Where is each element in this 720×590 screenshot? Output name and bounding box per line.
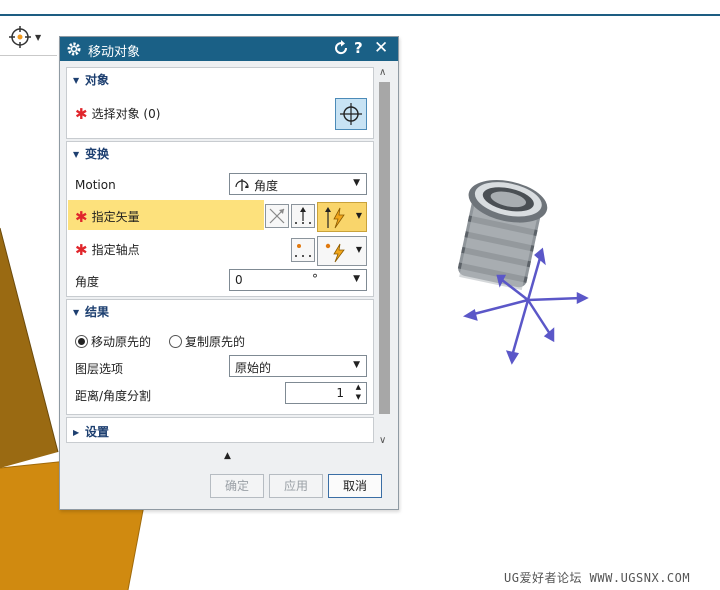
distance-angle-division-spinner[interactable]: 1 ▲ ▼	[285, 382, 367, 404]
dialog-titlebar[interactable]: 移动对象 ? ✕	[60, 37, 398, 61]
ribbon-border	[0, 14, 720, 16]
transform-section: ▼ 变换 Motion 角度 ▼ ✱ 指定矢量 ▼ ✱ 指定轴点 ▼ 角度 0 …	[66, 141, 374, 297]
collapse-footer-icon[interactable]: ▲	[224, 451, 231, 461]
motion-label: Motion	[75, 178, 116, 192]
settings-section: ▶ 设置	[66, 417, 374, 443]
copy-original-label[interactable]: 复制原先的	[185, 333, 245, 350]
move-original-label[interactable]: 移动原先的	[91, 333, 151, 350]
copy-original-radio[interactable]	[169, 335, 182, 348]
crosshair-select-icon	[340, 103, 362, 125]
select-object-button[interactable]	[335, 98, 367, 130]
chevron-down-icon: ▼	[355, 245, 362, 254]
vector-point-button[interactable]	[291, 204, 315, 228]
brown-plane-face	[0, 228, 58, 468]
reset-icon[interactable]	[334, 40, 350, 57]
dialog-scrollbar[interactable]: ∧ ∨	[376, 67, 392, 451]
point-infer-dropdown[interactable]: ▼	[317, 236, 367, 266]
result-section: ▼ 结果 移动原先的 复制原先的 图层选项 原始的 ▼ 距离/角度分割 1 ▲ ▼	[66, 299, 374, 415]
point-dialog-icon	[295, 244, 311, 257]
apply-button[interactable]: 应用	[269, 474, 323, 498]
scroll-up-icon[interactable]: ∧	[379, 67, 386, 78]
angle-label: 角度	[75, 275, 100, 289]
point-dialog-button[interactable]	[291, 238, 315, 262]
motion-select[interactable]: 角度 ▼	[229, 173, 367, 195]
vector-dialog-icon	[269, 208, 285, 224]
collapse-triangle-icon: ▼	[73, 308, 80, 317]
chevron-down-icon: ▼	[353, 274, 360, 284]
angle-input[interactable]: 0 ° ▼	[229, 269, 367, 291]
watermark: UG爱好者论坛 WWW.UGSNX.COM	[504, 571, 691, 585]
required-icon: ✱	[75, 208, 88, 226]
distance-angle-division-label: 距离/角度分割	[75, 389, 152, 403]
spin-up-icon[interactable]: ▲	[356, 383, 361, 391]
specify-axis-point-row[interactable]: ✱ 指定轴点	[75, 241, 140, 259]
snap-toolbar: ▼	[0, 17, 57, 56]
move-original-radio[interactable]	[75, 335, 88, 348]
expand-triangle-icon: ▶	[73, 428, 80, 437]
chevron-down-icon: ▼	[353, 360, 360, 370]
required-icon: ✱	[75, 105, 88, 123]
layer-option-label: 图层选项	[75, 362, 124, 376]
collapse-triangle-icon: ▼	[73, 150, 80, 159]
settings-section-header[interactable]: ▶ 设置	[73, 423, 109, 440]
vector-infer-icon	[325, 207, 345, 229]
point-infer-icon	[325, 243, 345, 263]
chevron-down-icon[interactable]: ▼	[35, 33, 41, 42]
object-section: ▼ 对象 ✱ 选择对象 (0)	[66, 67, 374, 139]
select-object-row[interactable]: ✱ 选择对象 (0)	[75, 105, 160, 123]
scroll-down-icon[interactable]: ∨	[379, 435, 386, 446]
required-icon: ✱	[75, 241, 88, 259]
object-section-header[interactable]: ▼ 对象	[73, 71, 109, 88]
vector-point-icon	[295, 207, 311, 224]
cancel-button[interactable]: 取消	[328, 474, 382, 498]
dialog-title: 移动对象	[88, 45, 141, 60]
snap-target-icon[interactable]	[8, 25, 32, 49]
vector-dialog-button[interactable]	[265, 204, 289, 228]
result-section-header[interactable]: ▼ 结果	[73, 303, 109, 320]
help-button[interactable]: ?	[354, 39, 363, 57]
move-object-dialog: 移动对象 ? ✕ ▼ 对象 ✱ 选择对象 (0) ▼ 变换 Motion 角度 …	[59, 36, 399, 510]
specify-vector-row[interactable]: ✱ 指定矢量	[75, 208, 140, 226]
angle-motion-icon	[235, 179, 249, 191]
chevron-down-icon: ▼	[353, 178, 360, 188]
vector-infer-dropdown[interactable]: ▼	[317, 202, 367, 232]
layer-option-select[interactable]: 原始的 ▼	[229, 355, 367, 377]
close-button[interactable]: ✕	[374, 38, 388, 58]
scroll-thumb[interactable]	[379, 82, 390, 414]
settings-gear-icon	[67, 42, 81, 56]
chevron-down-icon: ▼	[355, 211, 362, 220]
spin-down-icon[interactable]: ▼	[356, 393, 361, 401]
transform-section-header[interactable]: ▼ 变换	[73, 145, 109, 162]
dialog-content: ▼ 对象 ✱ 选择对象 (0) ▼ 变换 Motion 角度 ▼ ✱ 指定矢量 …	[66, 67, 374, 451]
collapse-triangle-icon: ▼	[73, 76, 80, 85]
ok-button[interactable]: 确定	[210, 474, 264, 498]
